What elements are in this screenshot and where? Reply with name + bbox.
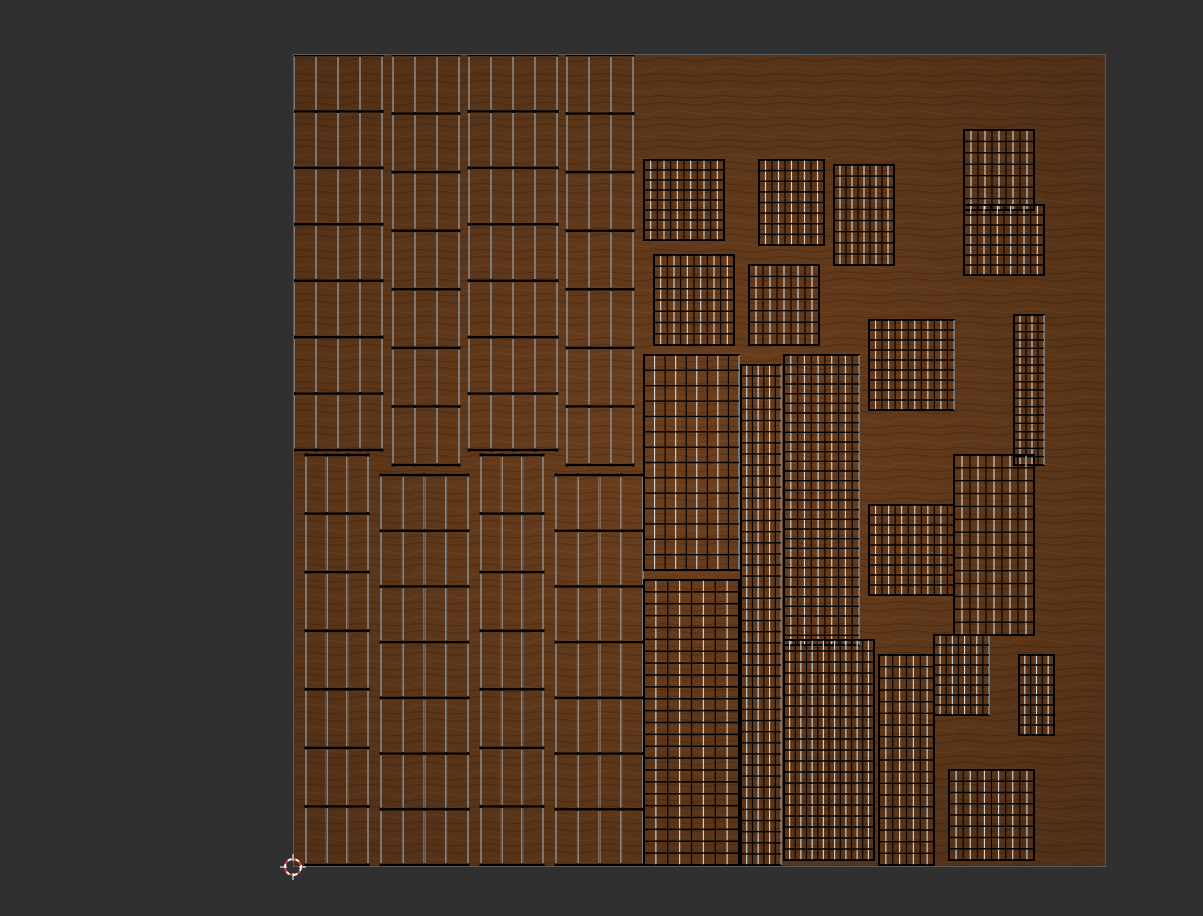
uv-texture-canvas[interactable] bbox=[293, 54, 1106, 867]
uv-island-arch-1 bbox=[783, 639, 875, 861]
uv-editor-viewport[interactable] bbox=[0, 0, 1203, 916]
uv-mesh-overlay[interactable] bbox=[294, 55, 1105, 866]
2d-cursor-icon[interactable] bbox=[280, 854, 306, 880]
